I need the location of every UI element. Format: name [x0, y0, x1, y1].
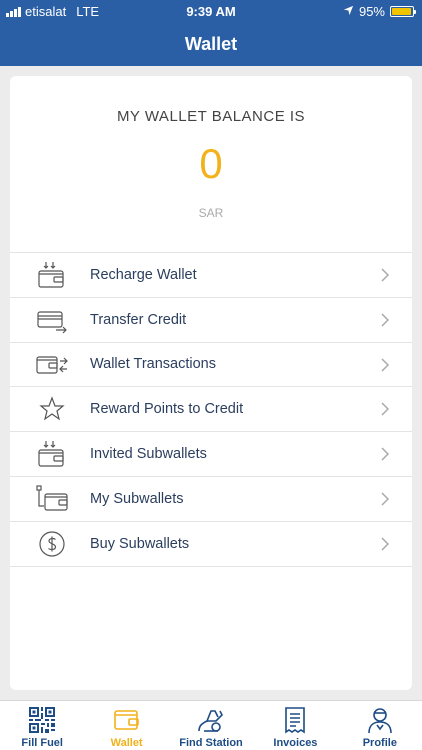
wallet-download-icon — [36, 440, 68, 468]
menu-item-label: Reward Points to Credit — [90, 401, 244, 418]
chevron-right-icon — [380, 312, 390, 328]
tab-bar: Fill Fuel Wallet Find Station Invoices P… — [0, 700, 422, 750]
menu-item-transfer-credit[interactable]: Transfer Credit — [10, 298, 412, 343]
menu-item-reward-points[interactable]: Reward Points to Credit — [10, 387, 412, 433]
chevron-right-icon — [380, 536, 390, 552]
tab-label: Profile — [362, 737, 397, 749]
menu-item-buy-subwallets[interactable]: Buy Subwallets — [10, 522, 412, 567]
star-icon — [36, 395, 68, 423]
chevron-right-icon — [380, 446, 390, 462]
menu-item-my-subwallets[interactable]: My Subwallets — [10, 477, 412, 522]
wallet-download-icon — [36, 261, 68, 289]
tab-wallet[interactable]: Wallet — [84, 701, 168, 750]
wallet-icon — [112, 705, 142, 735]
menu-item-label: Buy Subwallets — [90, 535, 190, 552]
qr-code-icon — [27, 705, 57, 735]
chevron-right-icon — [380, 401, 390, 417]
menu-item-label: Wallet Transactions — [90, 356, 216, 373]
chevron-right-icon — [380, 267, 390, 283]
wallet-transactions-icon — [36, 351, 68, 379]
menu-item-wallet-transactions[interactable]: Wallet Transactions — [10, 343, 412, 388]
battery-level — [392, 8, 411, 15]
menu-item-label: Recharge Wallet — [90, 266, 197, 283]
card-transfer-icon — [36, 306, 68, 334]
status-bar: etisalat LTE 9:39 AM 95% — [0, 0, 422, 22]
tab-fill-fuel[interactable]: Fill Fuel — [0, 701, 84, 750]
battery-percent: 95% — [358, 4, 385, 19]
menu-item-invited-subwallets[interactable]: Invited Subwallets — [10, 432, 412, 477]
page-title: Wallet — [184, 34, 238, 54]
chevron-right-icon — [380, 491, 390, 507]
menu-item-label: My Subwallets — [90, 490, 184, 507]
tab-label: Find Station — [179, 737, 243, 749]
status-right: 95% — [343, 4, 416, 19]
tab-label: Invoices — [273, 737, 318, 749]
balance-currency: SAR — [198, 206, 224, 220]
tab-find-station[interactable]: Find Station — [169, 701, 253, 750]
nav-bar: Wallet — [0, 22, 422, 66]
location-arrow-icon — [343, 4, 354, 19]
dollar-circle-icon — [36, 530, 68, 558]
menu-item-recharge-wallet[interactable]: Recharge Wallet — [10, 253, 412, 298]
menu-item-label: Transfer Credit — [90, 311, 187, 328]
balance-heading: MY WALLET BALANCE IS — [116, 108, 306, 125]
balance-amount: 0 — [199, 140, 223, 187]
chevron-right-icon — [380, 357, 390, 373]
tab-label: Wallet — [110, 737, 143, 749]
wallet-card: MY WALLET BALANCE IS 0 SAR Recharge Wall… — [10, 76, 412, 690]
tab-profile[interactable]: Profile — [338, 701, 422, 750]
tab-invoices[interactable]: Invoices — [253, 701, 337, 750]
battery-icon — [390, 6, 416, 17]
wallet-menu: Recharge Wallet Transfer Credit Wallet T… — [10, 252, 412, 567]
tab-label: Fill Fuel — [21, 737, 63, 749]
fuel-pump-icon — [196, 705, 226, 735]
subwallets-icon — [36, 485, 68, 513]
person-icon — [365, 705, 395, 735]
menu-item-label: Invited Subwallets — [90, 446, 207, 463]
receipt-icon — [280, 705, 310, 735]
